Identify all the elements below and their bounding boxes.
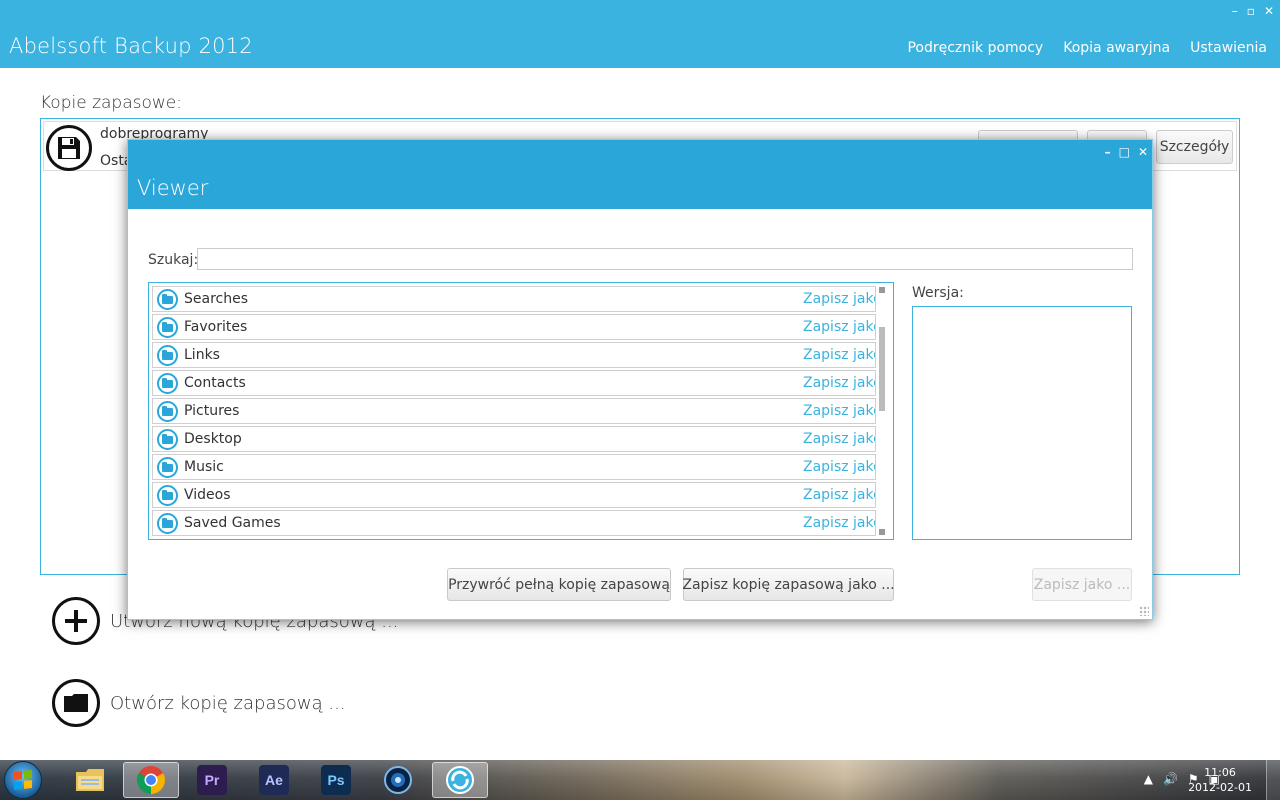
folder-icon bbox=[157, 289, 178, 310]
folder-icon bbox=[157, 317, 178, 338]
item-name: Saved Games bbox=[184, 515, 281, 531]
list-scrollbar[interactable] bbox=[878, 287, 886, 535]
viewer-dialog: – □ ✕ Viewer Szukaj: Searches Zapisz jak… bbox=[127, 139, 1153, 620]
viewer-minimize-button[interactable]: – bbox=[1105, 145, 1111, 159]
taskbar-media-player[interactable] bbox=[370, 762, 426, 798]
start-button[interactable] bbox=[4, 761, 42, 799]
floppy-disk-icon bbox=[46, 125, 92, 171]
list-item[interactable]: Links Zapisz jako bbox=[152, 342, 876, 368]
viewer-window-controls: – □ ✕ bbox=[1105, 145, 1148, 159]
list-item[interactable]: Videos Zapisz jako bbox=[152, 482, 876, 508]
save-backup-as-button[interactable]: Zapisz kopię zapasową jako ... bbox=[682, 568, 895, 601]
taskbar-photoshop[interactable]: Ps bbox=[308, 762, 364, 798]
nav-settings[interactable]: Ustawienia bbox=[1190, 40, 1267, 56]
save-as-link[interactable]: Zapisz jako bbox=[803, 291, 875, 307]
item-name: Videos bbox=[184, 487, 231, 503]
chrome-icon bbox=[136, 765, 166, 795]
folder-icon bbox=[157, 345, 178, 366]
list-item[interactable]: Searches Zapisz jako bbox=[152, 286, 876, 312]
volume-icon[interactable]: 🔊 bbox=[1163, 772, 1178, 786]
item-name: Links bbox=[184, 347, 220, 363]
tray-expand-icon[interactable]: ▲ bbox=[1144, 772, 1153, 786]
save-as-button[interactable]: Zapisz jako ... bbox=[1032, 568, 1132, 601]
list-item[interactable]: Pictures Zapisz jako bbox=[152, 398, 876, 424]
clock[interactable]: 11:06 2012-02-01 bbox=[1188, 765, 1252, 795]
item-name: Searches bbox=[184, 291, 249, 307]
show-desktop-button[interactable] bbox=[1266, 760, 1280, 800]
list-item[interactable]: Saved Games Zapisz jako bbox=[152, 510, 876, 536]
app-header: – ▫ ✕ Abelssoft Backup 2012 Podręcznik p… bbox=[0, 0, 1280, 68]
window-controls: – ▫ ✕ bbox=[1232, 4, 1274, 18]
restore-full-backup-button[interactable]: Przywróć pełną kopię zapasową bbox=[447, 568, 671, 601]
folder-icon bbox=[157, 457, 178, 478]
open-backup-action[interactable]: Otwórz kopię zapasową ... bbox=[52, 679, 346, 727]
media-player-icon bbox=[383, 765, 413, 795]
item-name: Favorites bbox=[184, 319, 248, 335]
file-list: Searches Zapisz jako Favorites Zapisz ja… bbox=[148, 282, 894, 540]
backup-app-icon bbox=[445, 765, 475, 795]
app-title: Abelssoft Backup 2012 bbox=[9, 34, 253, 58]
item-name: Desktop bbox=[184, 431, 242, 447]
close-button[interactable]: ✕ bbox=[1264, 4, 1274, 18]
viewer-maximize-button[interactable]: □ bbox=[1119, 145, 1130, 159]
section-label: Kopie zapasowe: bbox=[40, 93, 182, 113]
list-item[interactable]: Desktop Zapisz jako bbox=[152, 426, 876, 452]
save-as-link[interactable]: Zapisz jako bbox=[803, 375, 875, 391]
taskbar-premiere[interactable]: Pr bbox=[184, 762, 240, 798]
save-as-link[interactable]: Zapisz jako bbox=[803, 347, 875, 363]
clock-time: 11:06 bbox=[1204, 766, 1236, 779]
folder-icon bbox=[157, 429, 178, 450]
premiere-icon: Pr bbox=[197, 765, 227, 795]
item-name: Music bbox=[184, 459, 224, 475]
nav-emergency-backup[interactable]: Kopia awaryjna bbox=[1063, 40, 1170, 56]
app-nav: Podręcznik pomocy Kopia awaryjna Ustawie… bbox=[907, 40, 1267, 56]
folder-icon bbox=[157, 485, 178, 506]
save-as-link[interactable]: Zapisz jako bbox=[803, 459, 875, 475]
nav-help-manual[interactable]: Podręcznik pomocy bbox=[907, 40, 1043, 56]
taskbar: Pr Ae Ps ▲ 🔊 ⚑ ▣ 11:06 2012-02-01 bbox=[0, 760, 1280, 800]
save-as-link[interactable]: Zapisz jako bbox=[803, 403, 875, 419]
search-label: Szukaj: bbox=[148, 252, 199, 268]
photoshop-icon: Ps bbox=[321, 765, 351, 795]
taskbar-backup-app[interactable] bbox=[432, 762, 488, 798]
after-effects-icon: Ae bbox=[259, 765, 289, 795]
save-as-link[interactable]: Zapisz jako bbox=[803, 515, 875, 531]
viewer-close-button[interactable]: ✕ bbox=[1138, 145, 1148, 159]
version-label: Wersja: bbox=[912, 285, 964, 301]
folder-icon bbox=[157, 513, 178, 534]
search-input[interactable] bbox=[197, 248, 1133, 270]
save-as-link[interactable]: Zapisz jako bbox=[803, 319, 875, 335]
minimize-button[interactable]: – bbox=[1232, 4, 1238, 18]
details-button[interactable]: Szczegóły bbox=[1156, 130, 1233, 164]
taskbar-explorer[interactable] bbox=[62, 762, 118, 798]
list-item[interactable]: Music Zapisz jako bbox=[152, 454, 876, 480]
windows-logo-icon bbox=[14, 770, 32, 790]
save-as-link[interactable]: Zapisz jako bbox=[803, 431, 875, 447]
taskbar-after-effects[interactable]: Ae bbox=[246, 762, 302, 798]
list-item[interactable]: Favorites Zapisz jako bbox=[152, 314, 876, 340]
scroll-up-arrow[interactable] bbox=[879, 287, 885, 293]
item-name: Contacts bbox=[184, 375, 246, 391]
open-backup-label: Otwórz kopię zapasową ... bbox=[110, 692, 346, 714]
folder-icon bbox=[75, 765, 105, 795]
scroll-down-arrow[interactable] bbox=[879, 529, 885, 535]
folder-icon bbox=[157, 373, 178, 394]
clock-date: 2012-02-01 bbox=[1188, 781, 1252, 794]
restore-button[interactable]: ▫ bbox=[1247, 4, 1255, 18]
resize-grip[interactable] bbox=[1139, 606, 1149, 616]
folder-icon bbox=[157, 401, 178, 422]
list-item[interactable]: Contacts Zapisz jako bbox=[152, 370, 876, 396]
scroll-thumb[interactable] bbox=[879, 327, 885, 411]
version-list[interactable] bbox=[912, 306, 1132, 540]
plus-icon bbox=[52, 597, 100, 645]
save-as-link[interactable]: Zapisz jako bbox=[803, 487, 875, 503]
item-name: Pictures bbox=[184, 403, 240, 419]
viewer-header: – □ ✕ Viewer bbox=[128, 140, 1152, 209]
folder-icon bbox=[52, 679, 100, 727]
taskbar-chrome[interactable] bbox=[123, 762, 179, 798]
viewer-title: Viewer bbox=[137, 176, 209, 200]
